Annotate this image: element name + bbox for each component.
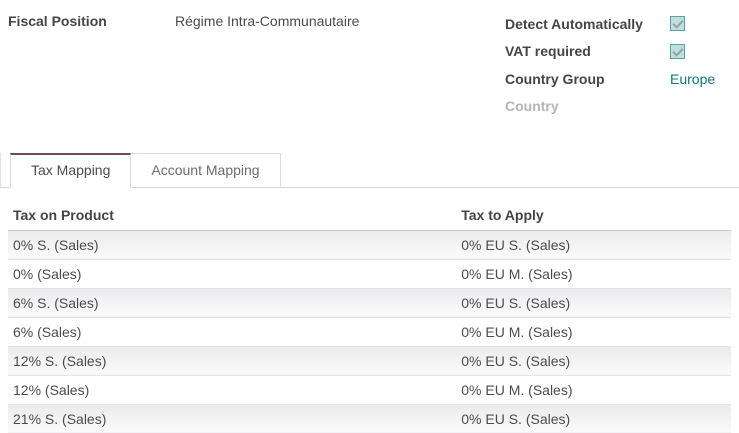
detect-automatically-checkbox[interactable] (670, 16, 685, 31)
tax-to-apply-cell[interactable]: 0% EU S. (Sales) (456, 404, 731, 433)
country-label: Country (505, 98, 670, 114)
table-row[interactable]: 12% (Sales) 0% EU M. (Sales) (8, 375, 731, 404)
column-header-tax-to-apply[interactable]: Tax to Apply (456, 201, 731, 230)
tax-to-apply-cell[interactable]: 0% EU S. (Sales) (456, 288, 731, 317)
form-right-panel: Detect Automatically VAT required Countr… (505, 10, 737, 120)
field-row-country-group: Country Group Europe (505, 65, 737, 93)
tax-to-apply-cell[interactable]: 0% EU S. (Sales) (456, 230, 731, 259)
table-row[interactable]: 0% S. (Sales) 0% EU S. (Sales) (8, 230, 731, 259)
column-header-tax-on-product[interactable]: Tax on Product (8, 201, 456, 230)
table-row[interactable]: 6% S. (Sales) 0% EU S. (Sales) (8, 288, 731, 317)
fiscal-position-form: Fiscal Position Régime Intra-Communautai… (0, 0, 739, 433)
tax-to-apply-cell[interactable]: 0% EU M. (Sales) (456, 259, 731, 288)
tax-on-product-cell[interactable]: 12% S. (Sales) (8, 346, 456, 375)
table-row[interactable]: 0% (Sales) 0% EU M. (Sales) (8, 259, 731, 288)
notebook-tabbar: Tax Mapping Account Mapping (0, 153, 739, 188)
tax-mapping-table: Tax on Product Tax to Apply 0% S. (Sales… (8, 201, 731, 433)
country-group-link[interactable]: Europe (670, 71, 715, 87)
table-row[interactable]: 6% (Sales) 0% EU M. (Sales) (8, 317, 731, 346)
country-group-label: Country Group (505, 71, 670, 87)
field-row-detect-automatically: Detect Automatically (505, 10, 737, 38)
table-row[interactable]: 12% S. (Sales) 0% EU S. (Sales) (8, 346, 731, 375)
tax-to-apply-cell[interactable]: 0% EU S. (Sales) (456, 346, 731, 375)
detect-automatically-label: Detect Automatically (505, 16, 670, 32)
fiscal-position-value: Régime Intra-Communautaire (175, 13, 359, 29)
field-row-vat-required: VAT required (505, 38, 737, 66)
table-header-row: Tax on Product Tax to Apply (8, 201, 731, 230)
tax-mapping-table-body: 0% S. (Sales) 0% EU S. (Sales) 0% (Sales… (8, 230, 731, 433)
tab-account-mapping[interactable]: Account Mapping (131, 153, 280, 187)
tax-on-product-cell[interactable]: 6% S. (Sales) (8, 288, 456, 317)
vat-required-label: VAT required (505, 43, 670, 59)
field-row-country: Country (505, 93, 737, 121)
table-row[interactable]: 21% S. (Sales) 0% EU S. (Sales) (8, 404, 731, 433)
tab-tax-mapping[interactable]: Tax Mapping (10, 153, 131, 188)
tax-on-product-cell[interactable]: 6% (Sales) (8, 317, 456, 346)
tax-on-product-cell[interactable]: 21% S. (Sales) (8, 404, 456, 433)
tax-on-product-cell[interactable]: 12% (Sales) (8, 375, 456, 404)
tax-on-product-cell[interactable]: 0% S. (Sales) (8, 230, 456, 259)
vat-required-checkbox[interactable] (670, 44, 685, 59)
fiscal-position-label: Fiscal Position (8, 13, 107, 29)
tax-to-apply-cell[interactable]: 0% EU M. (Sales) (456, 317, 731, 346)
tax-to-apply-cell[interactable]: 0% EU M. (Sales) (456, 375, 731, 404)
tax-on-product-cell[interactable]: 0% (Sales) (8, 259, 456, 288)
